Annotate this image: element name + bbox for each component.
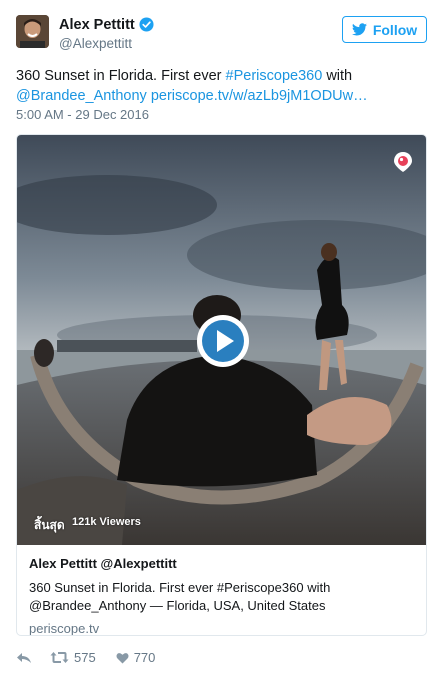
verified-badge-icon	[139, 17, 154, 32]
card-title: Alex Pettitt @Alexpettitt	[29, 556, 177, 571]
play-icon[interactable]	[196, 314, 250, 368]
url-link[interactable]: periscope.tv/w/azLb9jM1ODUw…	[151, 88, 368, 104]
follow-button[interactable]: Follow	[342, 16, 427, 43]
retweet-icon	[50, 652, 69, 663]
tweet-timestamp[interactable]: 5:00 AM - 29 Dec 2016	[16, 107, 149, 122]
tweet-actions: 575 770	[16, 650, 155, 665]
reply-icon	[17, 652, 31, 663]
hashtag-link[interactable]: #Periscope360	[226, 68, 323, 84]
card-body[interactable]: Alex Pettitt @Alexpettitt 360 Sunset in …	[29, 556, 409, 636]
retweet-count: 575	[74, 650, 96, 665]
viewer-count: 121k Viewers	[72, 516, 141, 528]
tweet-text-part: 360 Sunset in Florida. First ever	[16, 68, 226, 84]
broadcast-status-label: สิ้นสุด	[34, 518, 65, 532]
mention-link[interactable]: @Brandee_Anthony	[16, 88, 147, 104]
tweet-text-part: with	[322, 68, 353, 84]
author-name-text[interactable]: Alex Pettitt	[59, 17, 135, 33]
like-count: 770	[133, 650, 156, 665]
card-description: 360 Sunset in Florida. First ever #Peris…	[29, 580, 331, 613]
heart-icon	[116, 652, 129, 663]
periscope-logo-icon	[394, 152, 412, 172]
card-domain: periscope.tv	[29, 621, 100, 636]
like-button[interactable]: 770	[116, 650, 156, 665]
author-handle[interactable]: @Alexpettitt	[59, 36, 132, 51]
reply-button[interactable]	[16, 652, 32, 664]
author-name[interactable]: Alex Pettitt	[59, 17, 154, 33]
periscope-card[interactable]: สิ้นสุด 121k Viewers Alex Pettitt @Alexp…	[16, 134, 427, 636]
author-avatar[interactable]	[16, 15, 49, 48]
retweet-button[interactable]: 575	[50, 650, 96, 665]
video-thumbnail[interactable]: สิ้นสุด 121k Viewers	[17, 135, 426, 545]
tweet-text: 360 Sunset in Florida. First ever #Peris…	[16, 66, 426, 106]
twitter-bird-icon	[351, 23, 367, 36]
follow-button-label: Follow	[372, 21, 418, 38]
